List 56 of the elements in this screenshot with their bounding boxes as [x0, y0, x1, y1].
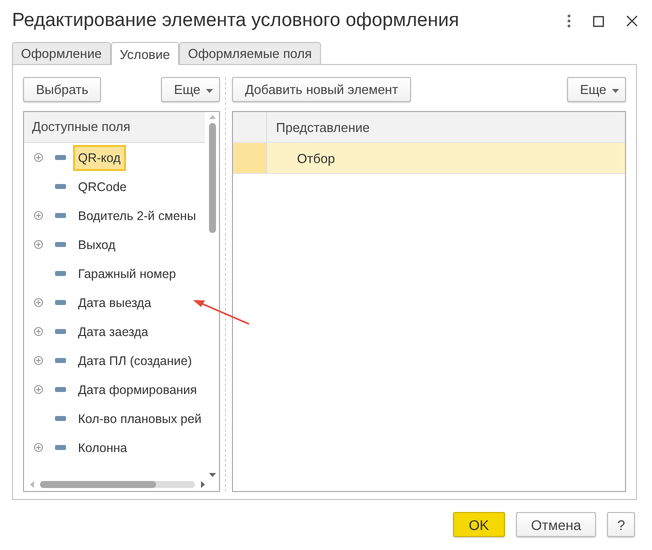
expand-icon[interactable]: [34, 153, 43, 162]
scrollbar[interactable]: [30, 479, 205, 489]
help-button[interactable]: ?: [607, 512, 635, 537]
table-cell: Отбор: [297, 150, 335, 166]
field-icon: [55, 184, 66, 189]
tree-item[interactable]: Дата формирования: [73, 376, 202, 402]
expand-icon[interactable]: [34, 356, 43, 365]
annotation-arrow: [192, 299, 250, 325]
field-icon: [55, 300, 66, 305]
window-title: Редактирование элемента условного оформления: [12, 10, 460, 32]
column-header: Доступные поля: [24, 112, 205, 143]
more-button[interactable]: Еще: [160, 77, 220, 102]
tree-item[interactable]: QR-код: [73, 144, 126, 170]
scroll-left-icon[interactable]: [30, 480, 34, 488]
tab[interactable]: Оформление: [12, 42, 111, 64]
tree-item[interactable]: Гаражный номер: [73, 260, 181, 286]
expand-icon[interactable]: [34, 443, 43, 452]
tab[interactable]: Условие: [110, 42, 179, 65]
field-icon: [55, 445, 66, 450]
field-icon: [55, 387, 66, 392]
expand-icon[interactable]: [34, 240, 43, 249]
tree-item[interactable]: Дата заезда: [73, 318, 154, 344]
expand-icon[interactable]: [34, 298, 43, 307]
expand-icon[interactable]: [34, 385, 43, 394]
column-header: Представление: [275, 118, 371, 137]
field-icon: [55, 271, 66, 276]
tree-item[interactable]: Дата выезда: [73, 290, 156, 316]
table-row[interactable]: Отбор: [233, 143, 625, 174]
field-icon: [55, 416, 66, 421]
more-icon[interactable]: [567, 14, 571, 28]
field-icon: [55, 155, 66, 160]
cancel-button[interactable]: Отмена: [516, 512, 596, 537]
caret-icon: [206, 88, 213, 93]
more-button[interactable]: Еще: [566, 77, 626, 102]
close-icon[interactable]: [626, 15, 638, 27]
field-icon: [55, 242, 66, 247]
tree-item[interactable]: QRCode: [73, 174, 132, 200]
select-button[interactable]: Выбрать: [23, 77, 102, 102]
maximize-icon[interactable]: [593, 16, 604, 26]
tree-item[interactable]: Водитель 2-й смены: [73, 202, 201, 228]
field-icon: [55, 329, 66, 334]
tree-item[interactable]: Колонна: [73, 434, 132, 460]
ok-button[interactable]: OK: [452, 512, 505, 537]
tree-item[interactable]: Выход: [73, 232, 120, 258]
field-icon: [55, 358, 66, 363]
add-element-button[interactable]: Добавить новый элемент: [232, 77, 412, 102]
expand-icon[interactable]: [34, 327, 43, 336]
expand-icon[interactable]: [34, 211, 43, 220]
scroll-down-icon[interactable]: [208, 473, 216, 477]
tree-item[interactable]: Дата ПЛ (создание): [73, 348, 197, 374]
scroll-up-icon[interactable]: [208, 115, 216, 119]
tree-item[interactable]: Кол-во плановых рей: [73, 406, 205, 432]
tab[interactable]: Оформляемые поля: [178, 42, 321, 64]
caret-icon: [612, 88, 619, 93]
field-icon: [55, 213, 66, 218]
scroll-right-icon[interactable]: [201, 480, 205, 488]
